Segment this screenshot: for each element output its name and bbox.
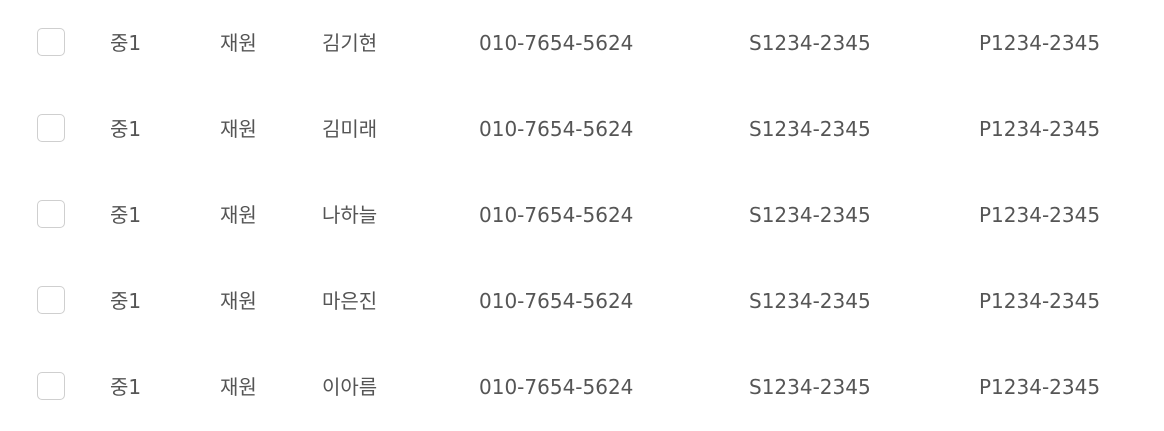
grade-cell: 중1 [110,117,142,141]
grade-cell: 중1 [110,203,142,227]
phone-cell: 010-7654-5624 [479,117,634,141]
student-id-cell: S1234-2345 [749,375,871,399]
table-row[interactable]: 중1 재원 김기현 010-7654-5624 S1234-2345 P1234… [0,0,1164,86]
student-id-cell: S1234-2345 [749,203,871,227]
table-row[interactable]: 중1 재원 이아름 010-7654-5624 S1234-2345 P1234… [0,344,1164,430]
table-row[interactable]: 중1 재원 김미래 010-7654-5624 S1234-2345 P1234… [0,86,1164,172]
status-cell: 재원 [220,289,257,313]
student-id-cell: S1234-2345 [749,31,871,55]
status-cell: 재원 [220,117,257,141]
phone-cell: 010-7654-5624 [479,31,634,55]
status-cell: 재원 [220,375,257,399]
phone-cell: 010-7654-5624 [479,375,634,399]
name-cell: 이아름 [322,375,378,399]
name-cell: 김기현 [322,31,378,55]
student-table: 중1 재원 김기현 010-7654-5624 S1234-2345 P1234… [0,0,1164,431]
parent-id-cell: P1234-2345 [979,203,1101,227]
row-checkbox[interactable] [37,28,65,56]
name-cell: 나하늘 [322,203,378,227]
row-checkbox[interactable] [37,372,65,400]
row-checkbox[interactable] [37,200,65,228]
table-row[interactable]: 중1 재원 마은진 010-7654-5624 S1234-2345 P1234… [0,258,1164,344]
grade-cell: 중1 [110,31,142,55]
table-row[interactable]: 중1 재원 나하늘 010-7654-5624 S1234-2345 P1234… [0,172,1164,258]
grade-cell: 중1 [110,375,142,399]
parent-id-cell: P1234-2345 [979,289,1101,313]
row-checkbox[interactable] [37,286,65,314]
name-cell: 마은진 [322,289,378,313]
parent-id-cell: P1234-2345 [979,375,1101,399]
phone-cell: 010-7654-5624 [479,289,634,313]
name-cell: 김미래 [322,117,378,141]
status-cell: 재원 [220,31,257,55]
row-checkbox[interactable] [37,114,65,142]
status-cell: 재원 [220,203,257,227]
student-id-cell: S1234-2345 [749,289,871,313]
parent-id-cell: P1234-2345 [979,117,1101,141]
parent-id-cell: P1234-2345 [979,31,1101,55]
phone-cell: 010-7654-5624 [479,203,634,227]
grade-cell: 중1 [110,289,142,313]
student-id-cell: S1234-2345 [749,117,871,141]
